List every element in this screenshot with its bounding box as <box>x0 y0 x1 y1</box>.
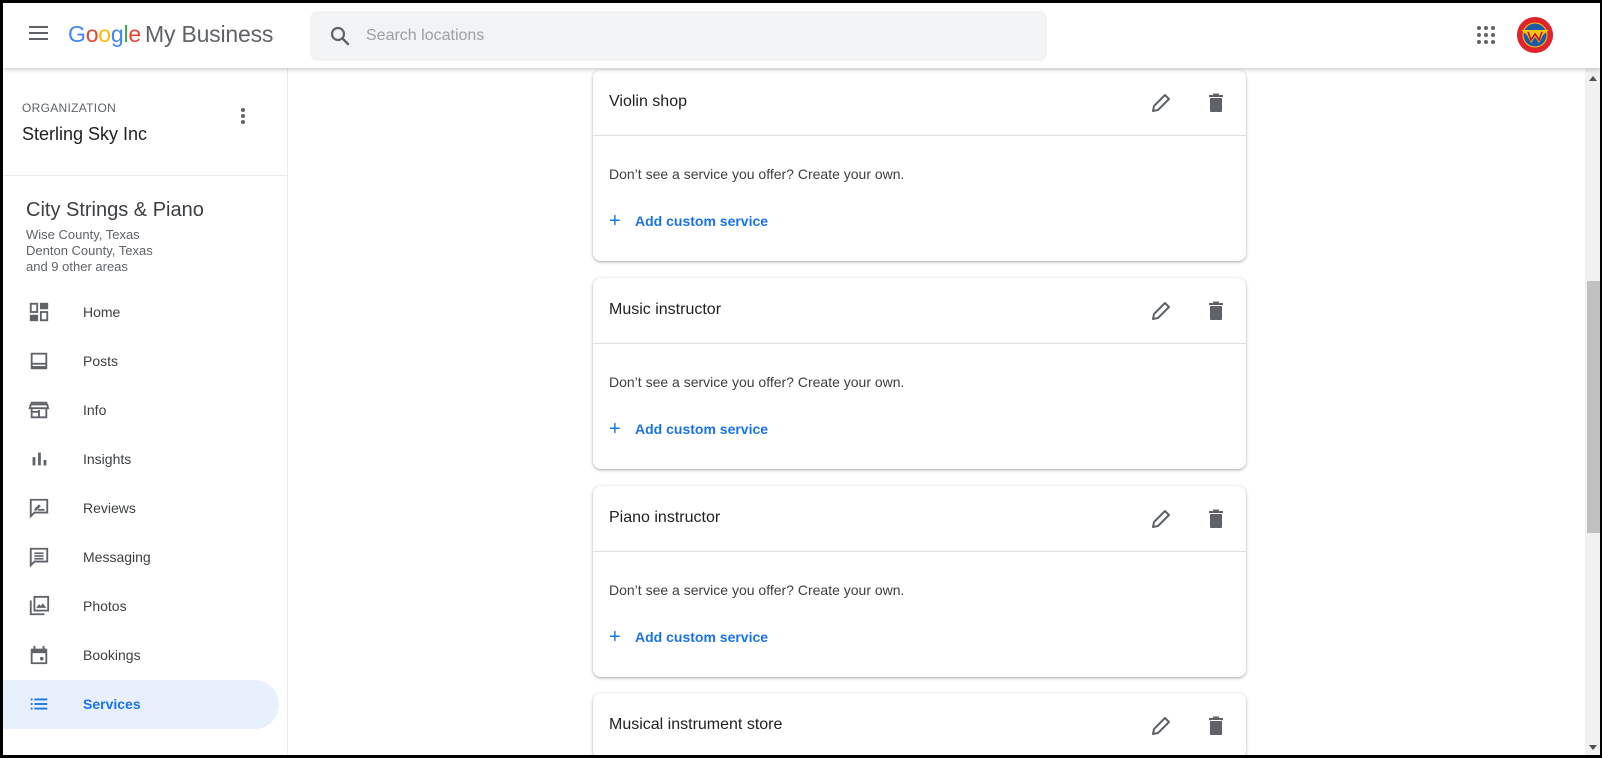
rate-review-icon <box>29 498 49 519</box>
logo-letter: o <box>85 21 99 47</box>
edit-icon[interactable] <box>1149 91 1173 115</box>
location-area: and 9 other areas <box>26 259 128 274</box>
posts-icon <box>30 352 48 370</box>
custom-service-hint: Don’t see a service you offer? Create yo… <box>609 374 905 390</box>
logo-letter: g <box>110 21 124 47</box>
sidebar-item-bookings[interactable]: Bookings <box>3 631 279 680</box>
add-icon: + <box>609 626 621 648</box>
location-area: Wise County, Texas <box>26 227 140 242</box>
scroll-down-arrow-icon[interactable] <box>1589 745 1597 750</box>
category-header: Music instructor <box>593 278 1246 344</box>
organization-name: Sterling Sky Inc <box>22 124 148 144</box>
category-header: Violin shop <box>593 70 1246 136</box>
organization-header: ORGANIZATION Sterling Sky Inc <box>3 68 287 176</box>
hamburger-icon-line <box>29 32 48 34</box>
app-window: GoogleMy Business ORGANIZATION <box>3 3 1600 755</box>
sidebar-item-label: Bookings <box>83 647 141 663</box>
edit-icon[interactable] <box>1149 507 1173 531</box>
edit-icon[interactable] <box>1149 714 1173 738</box>
add-custom-service-label: Add custom service <box>635 629 769 645</box>
scrollbar-thumb[interactable] <box>1587 281 1600 533</box>
location-name: City Strings & Piano <box>26 199 204 221</box>
organization-label: ORGANIZATION <box>22 101 117 115</box>
sidebar-nav: Home Posts Info Insights Reviews Messagi… <box>3 288 287 729</box>
category-body: Don’t see a service you offer? Create yo… <box>593 552 1246 677</box>
services-content: Violin shop Don’t see a service you offe… <box>289 68 1585 755</box>
category-title: Music instructor <box>609 301 722 318</box>
sidebar-item-insights[interactable]: Insights <box>3 435 279 484</box>
service-category-card: Piano instructor Don’t see a service you… <box>593 486 1246 677</box>
account-avatar[interactable] <box>1517 17 1553 53</box>
sidebar: ORGANIZATION Sterling Sky Inc City Strin… <box>3 68 288 755</box>
bar-chart-icon <box>32 452 47 466</box>
sidebar-item-reviews[interactable]: Reviews <box>3 484 279 533</box>
sidebar-item-label: Services <box>83 696 141 712</box>
chat-icon <box>29 547 49 568</box>
category-body: Don’t see a service you offer? Create yo… <box>593 344 1246 469</box>
service-category-card: Musical instrument store <box>593 693 1246 755</box>
sidebar-item-posts[interactable]: Posts <box>3 337 279 386</box>
add-icon: + <box>609 418 621 440</box>
search-bar <box>310 11 1047 61</box>
dashboard-icon <box>29 302 49 322</box>
delete-icon[interactable] <box>1204 299 1228 323</box>
storefront-icon <box>28 401 50 419</box>
delete-icon[interactable] <box>1204 714 1228 738</box>
search-input[interactable] <box>366 11 1026 61</box>
delete-icon[interactable] <box>1204 91 1228 115</box>
more-vert-icon-dot <box>241 114 245 118</box>
sidebar-item-home[interactable]: Home <box>3 288 279 337</box>
service-category-card: Violin shop Don’t see a service you offe… <box>593 70 1246 261</box>
sidebar-item-label: Info <box>83 402 107 418</box>
more-vert-icon-dot <box>241 120 245 124</box>
search-icon[interactable] <box>328 24 352 48</box>
add-icon: + <box>609 210 621 232</box>
category-title: Piano instructor <box>609 509 721 526</box>
logo-product-name: My Business <box>145 21 274 47</box>
list-icon <box>30 698 48 710</box>
sidebar-item-label: Home <box>83 304 121 320</box>
sidebar-item-photos[interactable]: Photos <box>3 582 279 631</box>
category-header: Musical instrument store <box>593 693 1246 755</box>
add-custom-service-label: Add custom service <box>635 213 769 229</box>
add-custom-service-label: Add custom service <box>635 421 769 437</box>
hamburger-icon-line <box>29 38 48 40</box>
more-vert-icon-dot <box>241 108 245 112</box>
sidebar-item-messaging[interactable]: Messaging <box>3 533 279 582</box>
sidebar-item-label: Messaging <box>83 549 151 565</box>
category-title: Violin shop <box>609 93 687 110</box>
sidebar-item-label: Reviews <box>83 500 136 516</box>
sidebar-item-info[interactable]: Info <box>3 386 279 435</box>
sidebar-item-label: Posts <box>83 353 119 369</box>
sidebar-item-label: Insights <box>83 451 132 467</box>
category-header: Piano instructor <box>593 486 1246 552</box>
custom-service-hint: Don’t see a service you offer? Create yo… <box>609 166 905 182</box>
hamburger-icon-line <box>29 26 48 28</box>
top-app-bar: Google My Business <box>3 3 1600 68</box>
service-category-card: Music instructor Don’t see a service you… <box>593 278 1246 469</box>
google-my-business-logo[interactable]: Google My Business <box>68 21 273 48</box>
custom-service-hint: Don’t see a service you offer? Create yo… <box>609 582 905 598</box>
vertical-scrollbar[interactable] <box>1585 68 1600 755</box>
sidebar-item-label: Photos <box>83 598 127 614</box>
logo-letter: e <box>128 21 141 47</box>
logo-letter: G <box>68 21 86 47</box>
logo-letter: o <box>98 21 111 47</box>
scroll-up-arrow-icon[interactable] <box>1589 76 1597 81</box>
more-options-button[interactable] <box>231 106 255 130</box>
photo-library-icon <box>29 595 50 616</box>
google-apps-icon[interactable] <box>1474 23 1498 47</box>
edit-icon[interactable] <box>1149 299 1173 323</box>
sidebar-item-services[interactable]: Services <box>3 680 279 729</box>
main-menu-button[interactable] <box>25 22 53 50</box>
delete-icon[interactable] <box>1204 507 1228 531</box>
calendar-icon <box>30 645 48 665</box>
category-body: Don’t see a service you offer? Create yo… <box>593 136 1246 261</box>
location-area: Denton County, Texas <box>26 243 153 258</box>
category-title: Musical instrument store <box>609 716 783 733</box>
